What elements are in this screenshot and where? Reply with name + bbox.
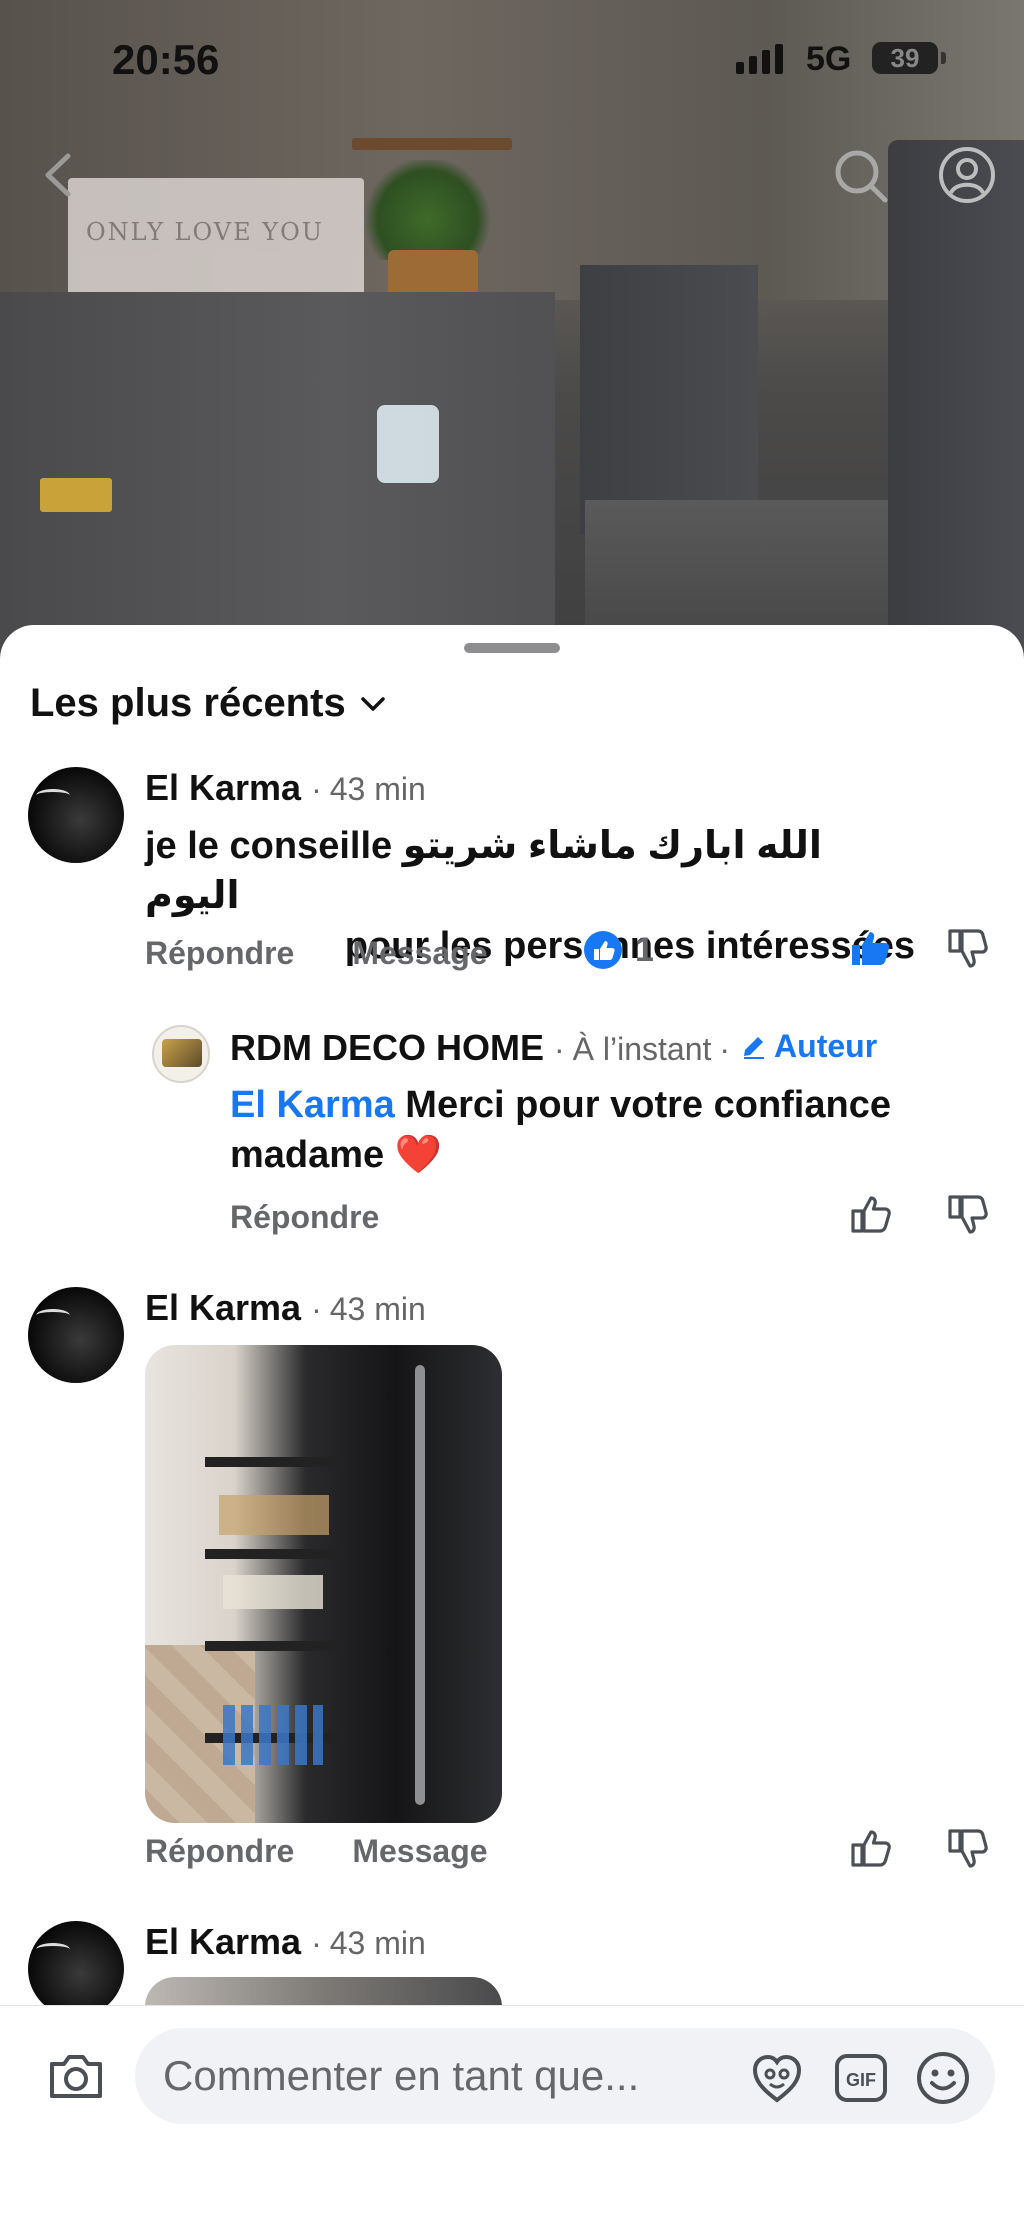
sheet-grabber[interactable] (464, 643, 560, 653)
background-shelf (352, 138, 512, 150)
thumbs-down-icon (948, 929, 988, 968)
network-label: 5G (806, 40, 852, 78)
thumbs-up-icon (851, 1196, 891, 1233)
avatar-sticker-icon (752, 2054, 802, 2103)
reaction-summary[interactable]: 1 (583, 930, 654, 970)
thumbs-up-icon (851, 1830, 891, 1867)
gif-icon: GIF (835, 2054, 887, 2102)
dislike-button[interactable] (944, 1825, 990, 1871)
background-fridge-2 (580, 265, 758, 535)
reply-button[interactable]: Répondre (145, 935, 294, 972)
comment-header: El Karma · 43 min (145, 1287, 426, 1329)
thumbs-down-icon (948, 1829, 988, 1868)
sort-dropdown[interactable]: Les plus récents (30, 681, 386, 726)
comment-author[interactable]: El Karma (145, 1287, 301, 1329)
comment-separator: · (311, 1291, 322, 1327)
sort-label: Les plus récents (30, 681, 346, 725)
pencil-icon (744, 1037, 765, 1059)
comment-input-container: GIF (135, 2028, 995, 2124)
back-icon (45, 153, 71, 197)
chevron-down-icon (360, 696, 385, 711)
status-time: 20:56 (112, 36, 220, 83)
photo-items-2 (223, 1575, 323, 1609)
avatar[interactable] (28, 767, 124, 863)
comment-time: 43 min (329, 771, 426, 807)
photo-fridge-handle (415, 1365, 425, 1805)
profile-icon (939, 147, 995, 203)
profile-button[interactable] (938, 146, 996, 204)
thumbs-down-icon (948, 1195, 988, 1234)
comment-separator: · (311, 771, 322, 807)
mention-link[interactable]: El Karma (230, 1084, 395, 1126)
reply-separator: · (554, 1031, 565, 1067)
photo-bottles (223, 1705, 323, 1765)
background-fridge-3 (888, 140, 1024, 660)
author-badge: Auteur (740, 1028, 877, 1065)
avatar-sticker-button[interactable] (749, 2050, 805, 2106)
page-avatar[interactable] (152, 1025, 210, 1083)
reply-actions: Répondre (230, 1199, 379, 1236)
comment-author[interactable]: El Karma (145, 1921, 301, 1963)
reply-text-line2: madame ❤️ (230, 1134, 443, 1176)
battery-icon: 39 (872, 42, 938, 74)
background-ornament (40, 478, 112, 512)
svg-text:GIF: GIF (846, 2070, 876, 2090)
search-icon (835, 150, 888, 203)
page-logo (162, 1039, 202, 1067)
like-button[interactable] (848, 925, 894, 971)
reply-button[interactable]: Répondre (230, 1199, 379, 1236)
comment-header: El Karma · 43 min (145, 1921, 426, 1963)
emoji-button[interactable] (915, 2050, 971, 2106)
comment-time: 43 min (329, 1291, 426, 1327)
back-button[interactable] (38, 150, 78, 200)
comment-composer: GIF (0, 2005, 1024, 2215)
reply-text: El Karma Merci pour votre confiance mada… (230, 1080, 990, 1180)
bag-text: ONLY LOVE YOU (86, 218, 324, 246)
camera-button[interactable] (46, 2046, 106, 2106)
emoji-icon (917, 2052, 969, 2104)
comment-photo[interactable] (145, 1345, 502, 1823)
like-reaction-icon (584, 931, 622, 969)
photo-items (219, 1495, 329, 1535)
search-button[interactable] (833, 148, 889, 204)
author-badge-label: Auteur (774, 1027, 878, 1064)
reply-author[interactable]: RDM DECO HOME (230, 1027, 544, 1069)
camera-icon (50, 2055, 102, 2098)
background-fridge (0, 292, 555, 660)
dislike-button[interactable] (944, 1191, 990, 1237)
message-button[interactable]: Message (352, 1833, 487, 1870)
comment-author[interactable]: El Karma (145, 767, 301, 809)
like-button[interactable] (848, 1825, 894, 1871)
status-bar: 20:56 5G 39 (0, 0, 1024, 120)
comment-separator: · (311, 1925, 322, 1961)
reply-text-line1: Merci pour votre confiance (394, 1084, 891, 1126)
comment-input[interactable] (163, 2046, 723, 2106)
comment-actions: Répondre Message (145, 1833, 488, 1870)
reply-separator-2: · (719, 1031, 731, 1067)
avatar[interactable] (28, 1921, 124, 2017)
avatar[interactable] (28, 1287, 124, 1383)
reaction-count: 1 (635, 930, 654, 969)
signal-icon (736, 44, 783, 74)
comment-actions: Répondre Message (145, 935, 488, 972)
background-bag: ONLY LOVE YOU (68, 178, 364, 303)
reply-header: RDM DECO HOME · À l’instant · Auteur (230, 1027, 877, 1069)
comments-sheet: Les plus récents El Karma · 43 min je le… (0, 625, 1024, 2215)
comment-text-line1: je le conseille الله ابارك ماشاء شريتو ا… (145, 825, 822, 917)
like-button[interactable] (848, 1191, 894, 1237)
dislike-button[interactable] (944, 925, 990, 971)
comment-header: El Karma · 43 min (145, 767, 426, 809)
comment-time: 43 min (329, 1925, 426, 1961)
reply-time: À l’instant (572, 1031, 712, 1067)
gif-button[interactable]: GIF (833, 2050, 889, 2106)
background-magnet (377, 405, 439, 483)
thumbs-up-icon (852, 932, 890, 965)
reply-button[interactable]: Répondre (145, 1833, 294, 1870)
background-plant (360, 160, 495, 260)
message-button[interactable]: Message (352, 935, 487, 972)
battery-tip (941, 52, 946, 64)
